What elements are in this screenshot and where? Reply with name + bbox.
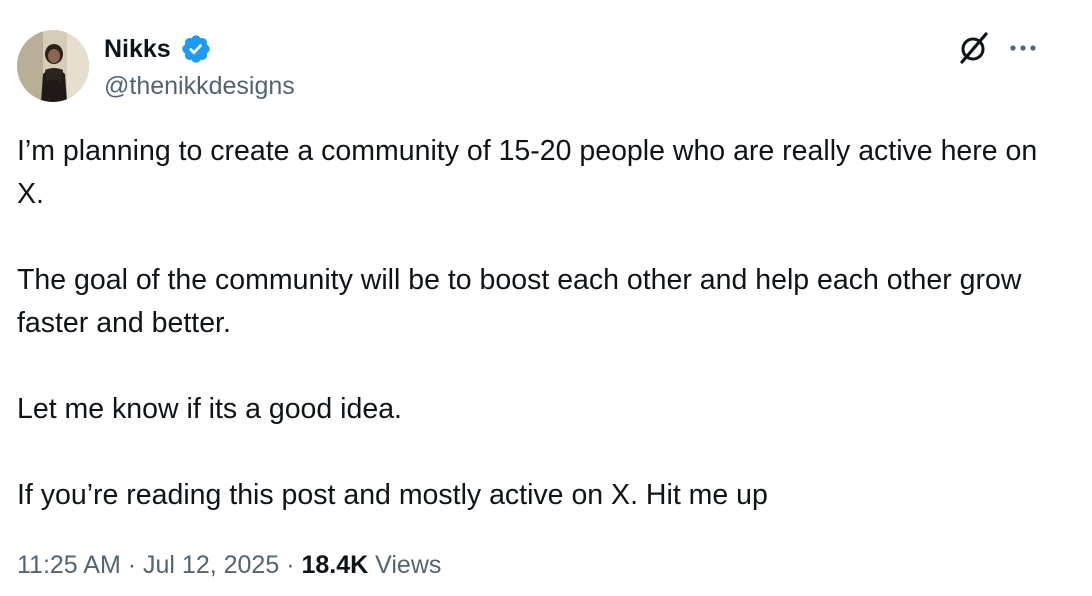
post-paragraph: The goal of the community will be to boo… (17, 264, 1022, 339)
meta-separator: · (127, 551, 137, 579)
post-paragraph: If you’re reading this post and mostly a… (17, 479, 768, 511)
grok-icon[interactable] (956, 30, 992, 66)
post-paragraph: I’m planning to create a community of 15… (17, 135, 1038, 210)
post-paragraph: Let me know if its a good idea. (17, 393, 402, 425)
avatar[interactable] (17, 30, 89, 102)
views-label: Views (375, 551, 442, 579)
verified-badge-icon (182, 35, 210, 63)
avatar-image (17, 30, 89, 102)
views-count[interactable]: 18.4K (301, 551, 368, 579)
author-handle[interactable]: @thenikkdesigns (104, 70, 295, 102)
post-card: Nikks @thenikkdesigns I’m planning to cr… (0, 0, 1092, 596)
author-name[interactable]: Nikks (104, 33, 171, 65)
post-time[interactable]: 11:25 AM (17, 551, 121, 579)
post-date[interactable]: Jul 12, 2025 (143, 551, 279, 579)
meta-separator: · (286, 551, 295, 579)
post-text: I’m planning to create a community of 15… (17, 130, 1057, 517)
more-options-icon[interactable] (1003, 30, 1043, 66)
post-metadata: 11:25 AM · Jul 12, 2025 · 18.4K Views (17, 549, 441, 581)
